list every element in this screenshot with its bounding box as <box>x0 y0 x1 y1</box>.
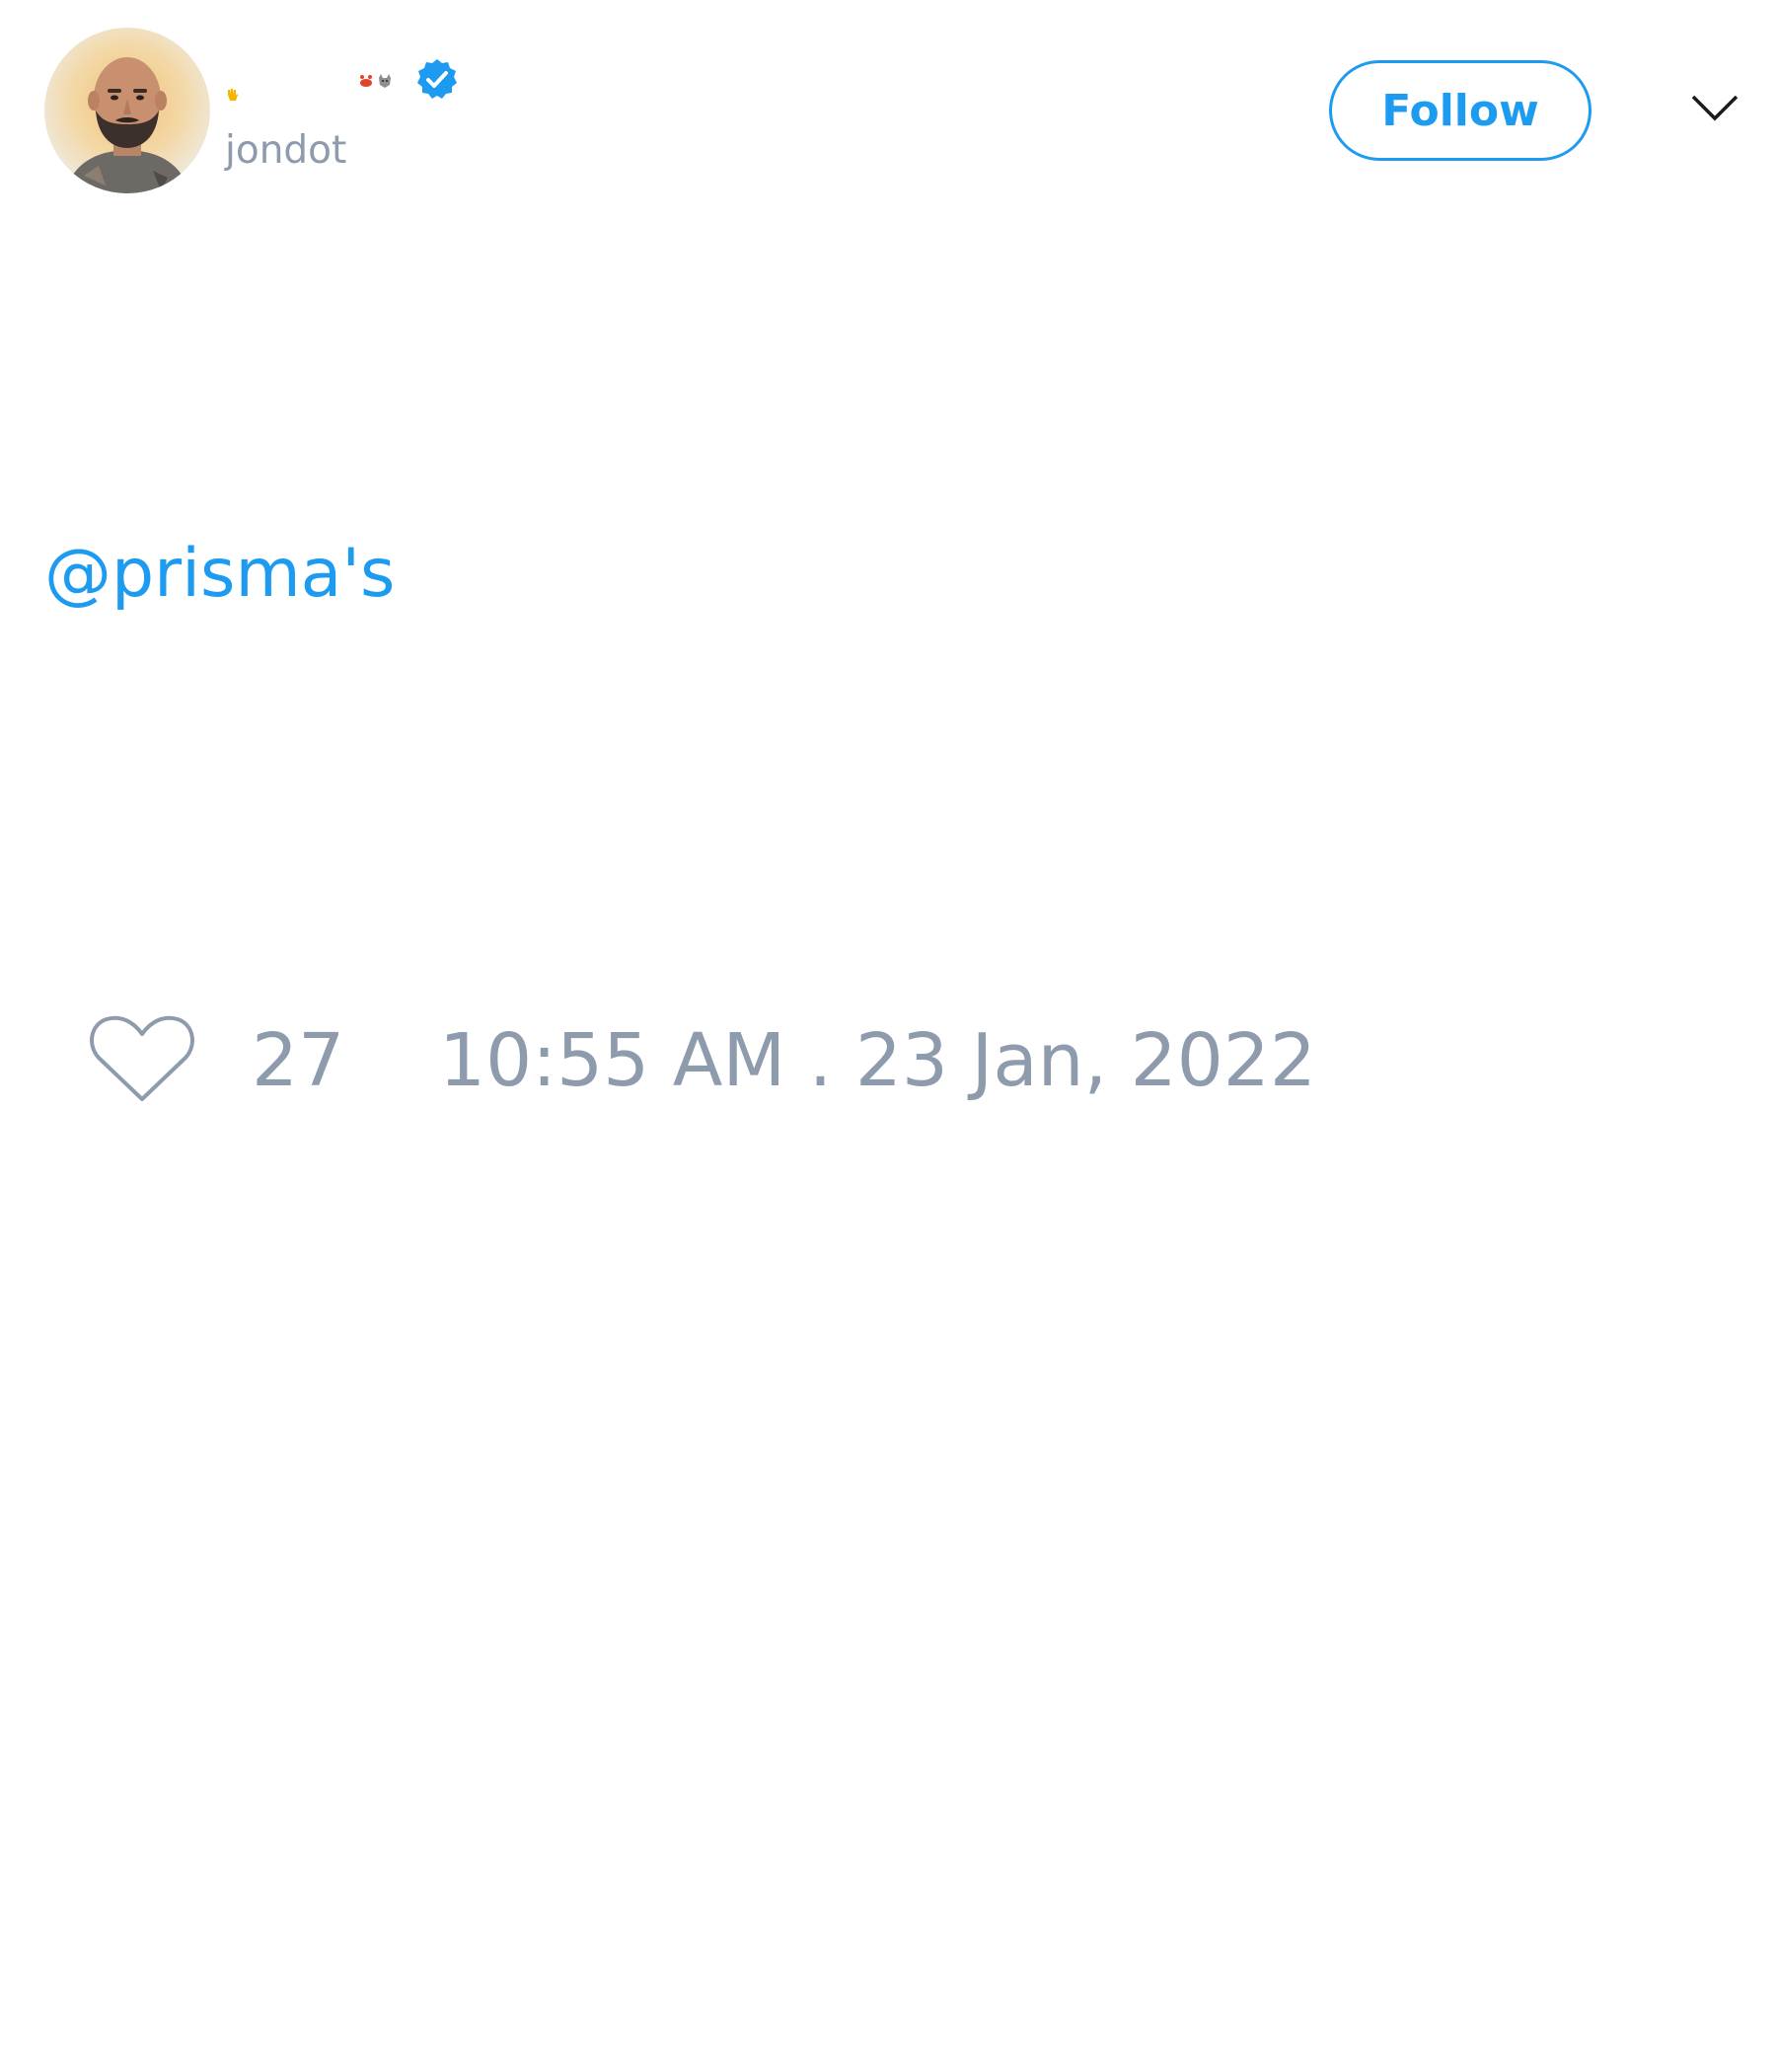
follow-button[interactable]: Follow <box>1329 60 1591 161</box>
author-handle[interactable]: jondot <box>225 126 346 176</box>
tweet-card: jondot Follow @prisma's 27 10:55 AM . 23… <box>0 0 1776 2072</box>
avatar[interactable] <box>44 28 210 193</box>
mention-link[interactable]: @prisma's <box>44 535 395 613</box>
avatar-portrait-image <box>64 57 190 193</box>
crab-wolf-emoji-icon <box>360 74 391 88</box>
verified-badge-icon <box>417 59 457 99</box>
heart-icon[interactable] <box>89 1012 195 1105</box>
raised-hand-emoji-icon <box>228 89 238 101</box>
chevron-down-icon[interactable] <box>1690 93 1739 122</box>
tweet-text: @prisma's <box>44 533 395 616</box>
like-count: 27 <box>252 1018 345 1103</box>
display-name[interactable] <box>225 57 481 107</box>
tweet-timestamp[interactable]: 10:55 AM . 23 Jan, 2022 <box>439 1016 1316 1105</box>
